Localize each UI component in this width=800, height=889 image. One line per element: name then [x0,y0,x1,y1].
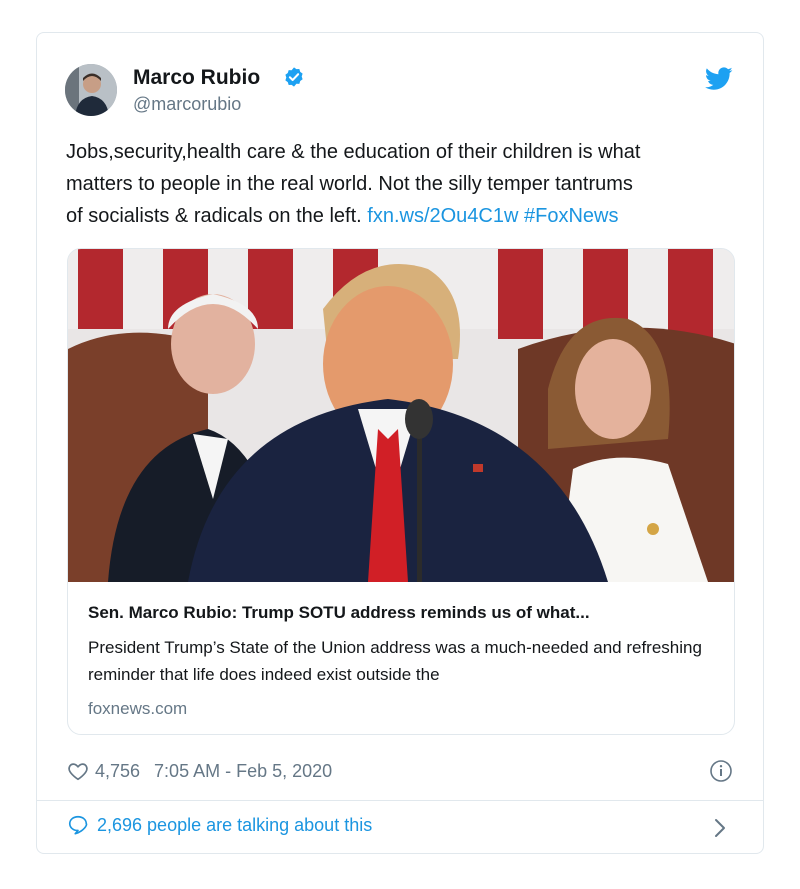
timestamp[interactable]: 7:05 AM - Feb 5, 2020 [154,761,332,782]
divider [37,800,763,801]
twitter-bird-icon[interactable] [705,67,733,91]
tweet-text-line: of socialists & radicals on the left. fx… [66,200,746,232]
hashtag-link[interactable]: #FoxNews [524,205,618,227]
verified-badge-icon [285,67,303,87]
conversation-count[interactable]: 2,696 people are talking about this [97,815,372,836]
author-handle[interactable]: @marcorubio [133,94,241,115]
tweet-card: Marco Rubio @marcorubio Jobs,security,he… [36,32,764,854]
author-name[interactable]: Marco Rubio [133,66,260,90]
tweet-text: Jobs,security,health care & the educatio… [66,136,746,232]
link-card-title[interactable]: Sen. Marco Rubio: Trump SOTU address rem… [88,603,590,623]
chevron-right-icon[interactable] [713,817,727,839]
like-count[interactable]: 4,756 [95,761,140,782]
tweet-text-line: matters to people in the real world. Not… [66,173,633,195]
tweet-text-line: Jobs,security,health care & the educatio… [66,141,641,163]
tweet-meta: 4,756 7:05 AM - Feb 5, 2020 [67,757,332,785]
heart-icon[interactable] [67,760,89,782]
conversation-link[interactable]: 2,696 people are talking about this [67,814,372,836]
link-card-description: President Trump’s State of the Union add… [88,638,702,684]
info-icon[interactable] [709,759,733,783]
article-photo [68,249,734,582]
tweet-link[interactable]: fxn.ws/2Ou4C1w [367,205,518,227]
tweet-text-segment: of socialists & radicals on the left. [66,205,362,227]
speech-bubble-icon [68,815,88,835]
avatar[interactable] [65,64,117,116]
link-card-domain: foxnews.com [88,699,188,718]
link-preview-card[interactable]: Sen. Marco Rubio: Trump SOTU address rem… [67,248,735,735]
